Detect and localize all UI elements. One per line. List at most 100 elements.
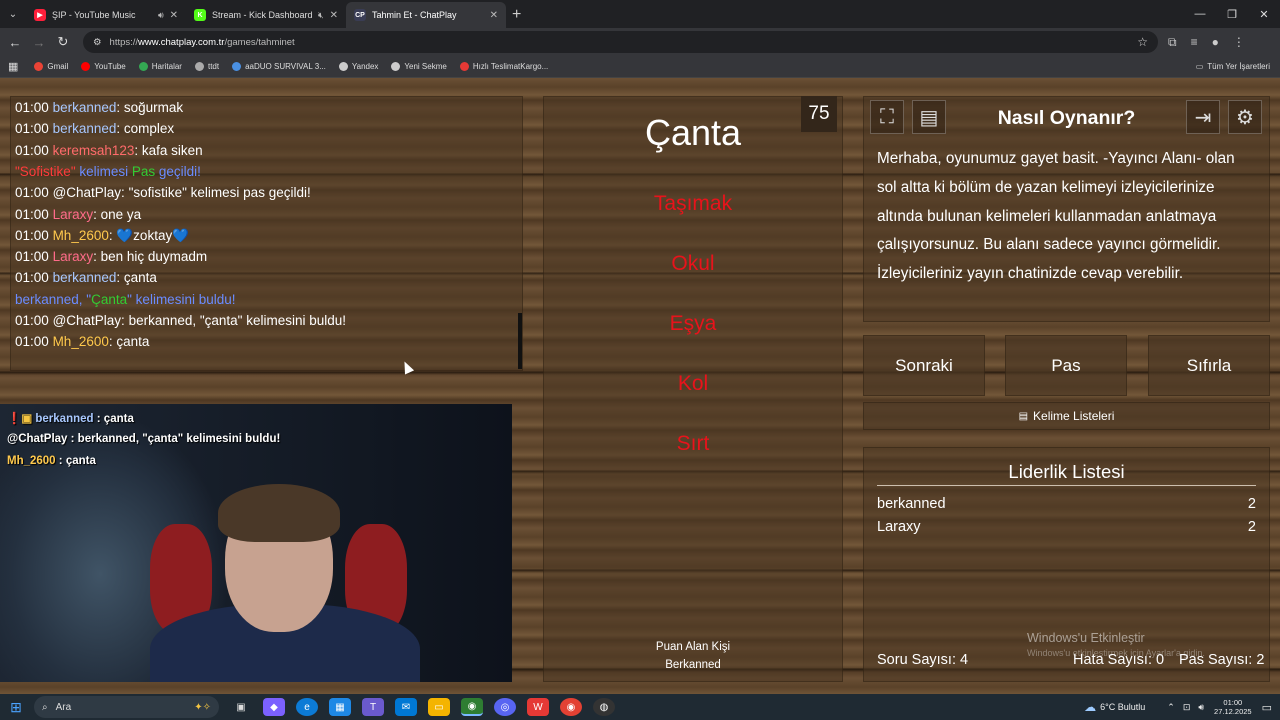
cloud-icon: ☁ (1084, 700, 1097, 714)
restore-icon[interactable]: ❐ (1216, 0, 1248, 28)
forward-icon[interactable]: → (27, 35, 51, 50)
chat-text: soğurmak (123, 100, 184, 115)
chat-message: 01:00 keremsah123: kafa siken (15, 142, 203, 158)
bookmark-favicon-icon (138, 62, 148, 71)
tab-youtube-music[interactable]: ▶ ŞIP - YouTube Music 🔊︎ ✕ (26, 2, 186, 28)
media-icon[interactable]: ≡ (1191, 35, 1198, 50)
leaderboard-row: berkanned 2 (877, 496, 1256, 512)
bookmark-item[interactable]: Yeni Sekme (391, 62, 447, 71)
chat-text: 💙zoktay💙 (116, 227, 190, 243)
chat-username: Laraxy (52, 206, 94, 222)
how-to-play-text: Merhaba, oyunumuz gayet basit. -Yayıncı … (877, 150, 1235, 283)
reset-button[interactable]: Sıfırla (1148, 335, 1270, 396)
clock-time: 01:00 (1223, 698, 1243, 707)
copilot-icon[interactable]: ◆ (263, 698, 285, 716)
chat-badge-icon: ❗▣ (7, 413, 36, 425)
back-icon[interactable]: ← (3, 35, 27, 50)
profile-avatar-icon[interactable]: ● (1212, 35, 1219, 50)
webcam-panel (0, 404, 512, 682)
tab-chatplay[interactable]: CP Tahmin Et - ChatPlay ✕ (346, 2, 506, 28)
error-count: Hata Sayısı: 0 (1073, 652, 1165, 668)
kick-icon: K (194, 9, 206, 21)
url-field[interactable]: ⚙ https://www.chatplay.com.tr/games/tahm… (83, 31, 1158, 53)
bookmark-favicon-icon (194, 62, 204, 71)
chat-scrollbar[interactable] (518, 313, 522, 369)
bookmark-item[interactable]: Gmail (34, 62, 68, 71)
close-tab-icon[interactable]: ✕ (330, 10, 338, 21)
bookmark-favicon-icon (232, 62, 242, 71)
bookmark-label: Haritalar (151, 62, 182, 71)
minimize-icon[interactable]: — (1184, 0, 1216, 28)
chrome-active-icon[interactable]: ◉ (461, 698, 483, 716)
new-tab-button[interactable]: + (512, 6, 521, 24)
bookmark-label: ttdt (207, 62, 220, 71)
next-button[interactable]: Sonraki (863, 335, 985, 396)
file-explorer-icon[interactable]: ▭ (428, 698, 450, 716)
store-icon[interactable]: ▦ (329, 698, 351, 716)
pass-button[interactable]: Pas (1005, 335, 1127, 396)
taboo-word: Sırt (676, 432, 710, 455)
muted-speaker-icon[interactable]: 🔇︎ (318, 10, 324, 21)
chat-time: 01:00 (15, 227, 49, 243)
taskbar-search[interactable]: ⌕ Ara ✦✧ (34, 696, 219, 718)
teams-icon[interactable]: T (362, 698, 384, 716)
weather-text[interactable]: 6°C Bulutlu (1100, 702, 1145, 712)
overlay-text: çanta (65, 455, 96, 467)
chat-message: berkanned, "Çanta" kelimesini buldu! (15, 292, 235, 307)
edge-icon[interactable]: e (296, 698, 318, 716)
activation-watermark: Windows'u Etkinleştir (1027, 631, 1145, 645)
bookmark-star-icon[interactable]: ☆ (1137, 35, 1148, 49)
chat-username: berkanned (52, 270, 117, 286)
bookmark-item[interactable]: Yandex (338, 62, 378, 71)
menu-icon[interactable]: ⋮ (1233, 35, 1245, 50)
bookmark-item[interactable]: aaDUO SURVIVAL 3... (232, 62, 326, 71)
windows-start-icon[interactable]: ⊞ (0, 694, 32, 720)
chat-fragment: berkanned, " (15, 291, 92, 307)
network-icon[interactable]: ⊡ (1183, 702, 1191, 713)
extensions-icon[interactable]: ⧉ (1168, 35, 1177, 50)
chat-message: 01:00 berkanned: soğurmak (15, 100, 184, 115)
chat-fragment: " kelimesini buldu! (127, 291, 236, 307)
clipboard-icon: ▤ (1018, 410, 1029, 422)
tab-title: Stream - Kick Dashboard (212, 10, 313, 20)
bookmark-item[interactable]: YouTube (81, 62, 126, 71)
search-placeholder: Ara (55, 701, 72, 713)
all-bookmarks-label: Tüm Yer İşaretleri (1207, 62, 1270, 71)
mail-icon[interactable]: ✉ (395, 698, 417, 716)
target-word: Çanta (644, 112, 742, 153)
clock[interactable]: 01:00 27.12.2025 (1214, 698, 1252, 716)
chrome-icon[interactable]: ◉ (560, 698, 582, 716)
question-count: Soru Sayısı: 4 (877, 652, 969, 668)
chat-time: 01:00 (15, 206, 49, 222)
speaker-icon[interactable]: 🔊︎ (158, 10, 164, 21)
obs-icon[interactable]: ◍ (593, 698, 615, 716)
scorer-name: Berkanned (665, 659, 721, 671)
overlay-separator: : (67, 433, 78, 445)
volume-icon[interactable]: 🔊︎ (1198, 702, 1204, 713)
chat-text: one ya (100, 206, 142, 222)
leader-score: 2 (1247, 519, 1256, 535)
tab-kick-dashboard[interactable]: K Stream - Kick Dashboard 🔇︎ ✕ (186, 2, 346, 28)
app-w-icon[interactable]: W (527, 698, 549, 716)
close-window-icon[interactable]: ✕ (1248, 0, 1280, 28)
word-lists-button[interactable]: ▤ Kelime Listeleri (863, 402, 1270, 430)
overlay-separator: : (55, 455, 66, 467)
tray-chevron-icon[interactable]: ⌃ (1167, 702, 1175, 713)
notification-icon[interactable]: ▭ (1262, 701, 1272, 714)
site-info-icon[interactable]: ⚙ (93, 37, 102, 48)
bookmark-item[interactable]: Haritalar (138, 62, 182, 71)
apps-grid-icon[interactable]: ▦ (8, 60, 18, 73)
bookmark-item[interactable]: Hızlı TeslimatKargo... (459, 62, 548, 71)
discord-icon[interactable]: ◎ (494, 698, 516, 716)
close-tab-icon[interactable]: ✕ (170, 10, 178, 21)
reload-icon[interactable]: ↻ (51, 34, 75, 50)
bookmark-favicon-icon (338, 62, 348, 71)
close-tab-icon[interactable]: ✕ (490, 10, 498, 21)
chat-username: @ChatPlay (52, 313, 122, 328)
task-view-icon[interactable]: ▣ (230, 698, 252, 716)
bookmark-label: Yeni Sekme (404, 62, 447, 71)
bookmark-item[interactable]: ttdt (194, 62, 220, 71)
all-bookmarks-folder[interactable]: ▭ Tüm Yer İşaretleri (1196, 62, 1270, 71)
chat-time: 01:00 (15, 100, 49, 115)
tab-search-icon[interactable]: ⌄ (0, 0, 26, 28)
